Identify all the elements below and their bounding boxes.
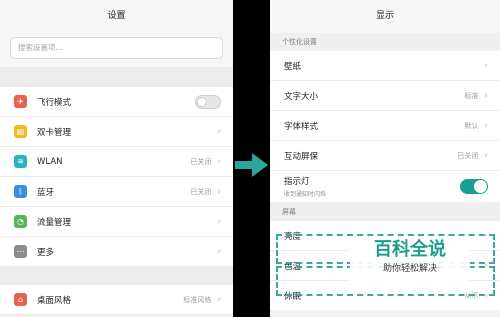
display-title: 显示: [270, 0, 500, 33]
settings-item-label: 更多: [37, 247, 55, 258]
indicator-label: 指示灯: [284, 177, 310, 187]
settings-item-value: 已关闭: [190, 157, 212, 166]
settings-list: ✈ 飞行模式 ▤ 双卡管理 › ≋ WLAN 已关闭 › ᛒ 蓝牙 已关闭 › ◔ 流量管理 › ⋯ 更多 ›: [0, 87, 233, 267]
watermark-sub: 助你轻松解决: [382, 264, 437, 274]
search-area: 搜索设置项...: [0, 33, 233, 67]
watermark-logo: 百科全说 助你轻松解决: [350, 236, 470, 284]
settings-item-value: 默认: [464, 121, 479, 130]
settings-item-label: 飞行模式: [37, 97, 72, 108]
chevron-right-icon: ›: [217, 246, 221, 257]
indicator-text: 指示灯 收到通知时闪烁: [284, 175, 460, 198]
settings-screen: 设置 搜索设置项... ✈ 飞行模式 ▤ 双卡管理 › ≋ WLAN 已关闭 › ᛒ 蓝牙 已关闭 › ◔…: [0, 0, 233, 317]
chevron-right-icon: ›: [217, 294, 221, 305]
display-item[interactable]: 壁纸 ›: [270, 51, 500, 81]
settings-item-value: 标准风格: [183, 295, 212, 304]
chevron-right-icon: ›: [217, 216, 221, 227]
arrow-right-icon: [235, 153, 268, 177]
settings-item-label: 壁纸: [284, 61, 302, 72]
airplane-mode-toggle[interactable]: [195, 94, 221, 109]
settings-item[interactable]: ᛒ 蓝牙 已关闭 ›: [0, 177, 233, 207]
bluetooth-icon: ᛒ: [14, 185, 27, 198]
settings-item-value: 已关闭: [457, 151, 479, 160]
chevron-right-icon: ›: [484, 150, 488, 161]
chevron-right-icon: ›: [217, 126, 221, 137]
settings-item-label: WLAN: [37, 156, 63, 167]
airplane-icon: ✈: [14, 95, 27, 108]
chevron-right-icon: ›: [217, 186, 221, 197]
chevron-right-icon: ›: [484, 120, 488, 131]
chevron-right-icon: ›: [217, 156, 221, 167]
settings-item[interactable]: ▤ 双卡管理 ›: [0, 117, 233, 147]
wifi-icon: ≋: [14, 155, 27, 168]
indicator-sub: 收到通知时闪烁: [284, 191, 327, 198]
settings-item-label: 互动屏保: [284, 151, 319, 162]
settings-item-desktop-style[interactable]: ⌂ 桌面风格 标准风格 ›: [0, 285, 233, 315]
search-input[interactable]: 搜索设置项...: [10, 37, 223, 59]
more-icon: ⋯: [14, 245, 27, 258]
settings-item-label: 蓝牙: [37, 187, 55, 198]
section-gap: [0, 267, 233, 285]
data-usage-icon: ◔: [14, 215, 27, 228]
settings-item[interactable]: ⋯ 更多 ›: [0, 237, 233, 267]
settings-item-label: 字体样式: [284, 121, 319, 132]
sim-card-icon: ▤: [14, 125, 27, 138]
display-list: 壁纸 › 文字大小 标准 › 字体样式 默认 › 互动屏保 已关闭 ›: [270, 51, 500, 171]
watermark-title: 百科全说: [374, 239, 446, 260]
settings-item-value: 已关闭: [190, 187, 212, 196]
chevron-right-icon: ›: [484, 60, 488, 71]
settings-item-indicator[interactable]: 指示灯 收到通知时闪烁: [270, 171, 500, 203]
home-icon: ⌂: [14, 293, 27, 306]
section-header-screen: 屏幕: [270, 203, 500, 221]
chevron-right-icon: ›: [484, 90, 488, 101]
settings-item-label: 文字大小: [284, 91, 319, 102]
indicator-toggle[interactable]: [460, 179, 488, 194]
section-header-personalization: 个性化设置: [270, 33, 500, 51]
display-item[interactable]: 文字大小 标准 ›: [270, 81, 500, 111]
section-gap: [0, 67, 233, 87]
settings-item-label: 桌面风格: [37, 295, 72, 306]
settings-item-label: 流量管理: [37, 217, 72, 228]
settings-item-value: 标准: [464, 91, 479, 100]
settings-item[interactable]: ≋ WLAN 已关闭 ›: [0, 147, 233, 177]
display-item[interactable]: 字体样式 默认 ›: [270, 111, 500, 141]
settings-title: 设置: [0, 0, 233, 33]
settings-item[interactable]: ◔ 流量管理 ›: [0, 207, 233, 237]
display-item[interactable]: 互动屏保 已关闭 ›: [270, 141, 500, 171]
settings-item-label: 双卡管理: [37, 127, 72, 138]
settings-item[interactable]: ✈ 飞行模式: [0, 87, 233, 117]
